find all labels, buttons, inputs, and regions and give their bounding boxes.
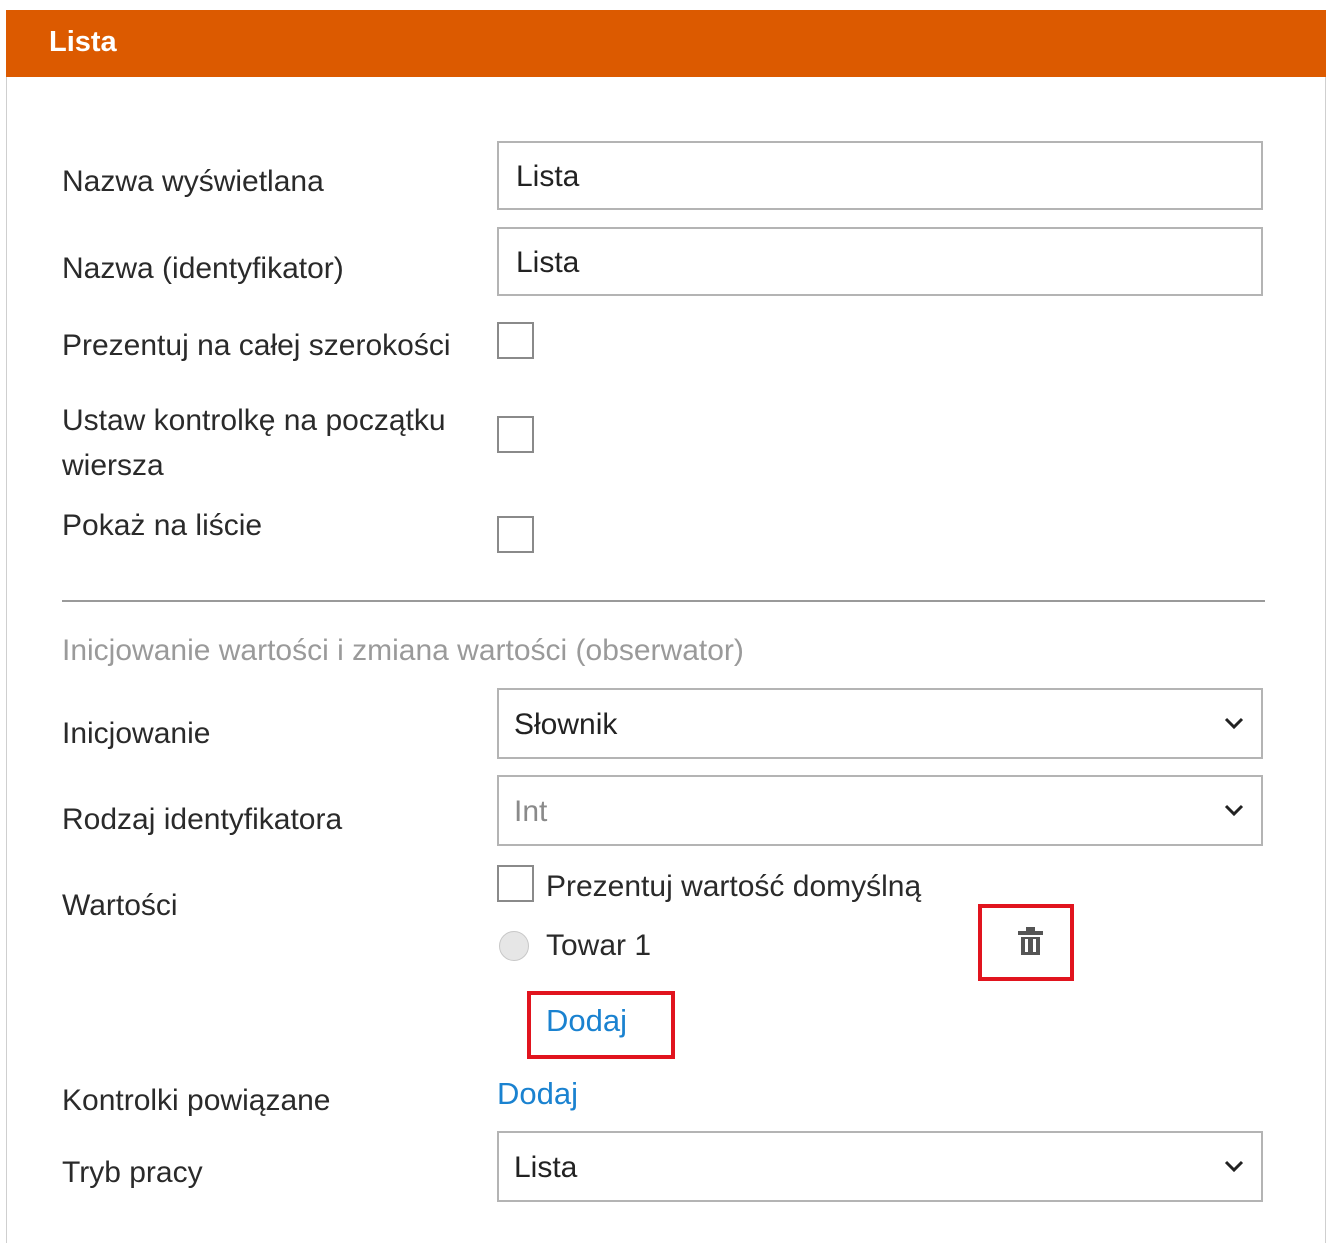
identifier-input[interactable]: Lista xyxy=(497,227,1263,296)
chevron-down-icon xyxy=(1224,717,1244,730)
display-name-label: Nazwa wyświetlana xyxy=(62,165,324,198)
value-radio[interactable] xyxy=(499,931,529,961)
control-at-row-start-checkbox[interactable] xyxy=(497,416,534,453)
identifier-label: Nazwa (identyfikator) xyxy=(62,252,344,285)
initialization-label: Inicjowanie xyxy=(62,717,211,750)
display-name-value: Lista xyxy=(516,160,580,193)
show-default-label: Prezentuj wartość domyślną xyxy=(546,870,922,903)
trash-icon[interactable] xyxy=(1017,926,1044,956)
value-item-label: Towar 1 xyxy=(546,929,652,962)
work-mode-selected: Lista xyxy=(514,1151,578,1184)
show-default-checkbox[interactable] xyxy=(497,865,534,902)
show-on-list-label: Pokaż na liście xyxy=(62,509,263,542)
initialization-selected: Słownik xyxy=(514,708,618,741)
full-width-checkbox[interactable] xyxy=(497,322,534,359)
identifier-type-label: Rodzaj identyfikatora xyxy=(62,803,343,836)
chevron-down-icon xyxy=(1224,1160,1244,1173)
add-related-control-link[interactable]: Dodaj xyxy=(497,1071,578,1116)
initialization-select[interactable]: Słownik xyxy=(497,688,1263,759)
related-controls-label: Kontrolki powiązane xyxy=(62,1084,331,1117)
section-divider xyxy=(62,600,1265,602)
panel-header: Lista xyxy=(6,10,1326,77)
identifier-type-selected: Int xyxy=(514,795,548,828)
work-mode-select[interactable]: Lista xyxy=(497,1131,1263,1202)
values-label: Wartości xyxy=(62,889,178,922)
identifier-type-select[interactable]: Int xyxy=(497,775,1263,846)
display-name-input[interactable]: Lista xyxy=(497,141,1263,210)
work-mode-label: Tryb pracy xyxy=(62,1156,203,1189)
section-title: Inicjowanie wartości i zmiana wartości (… xyxy=(62,634,744,667)
full-width-label: Prezentuj na całej szerokości xyxy=(62,329,451,362)
identifier-value: Lista xyxy=(516,246,580,279)
chevron-down-icon xyxy=(1224,804,1244,817)
control-at-row-start-label: Ustaw kontrolkę na początku wiersza xyxy=(62,404,446,482)
add-value-link[interactable]: Dodaj xyxy=(546,998,627,1043)
show-on-list-checkbox[interactable] xyxy=(497,516,534,553)
panel-title: Lista xyxy=(49,26,117,58)
